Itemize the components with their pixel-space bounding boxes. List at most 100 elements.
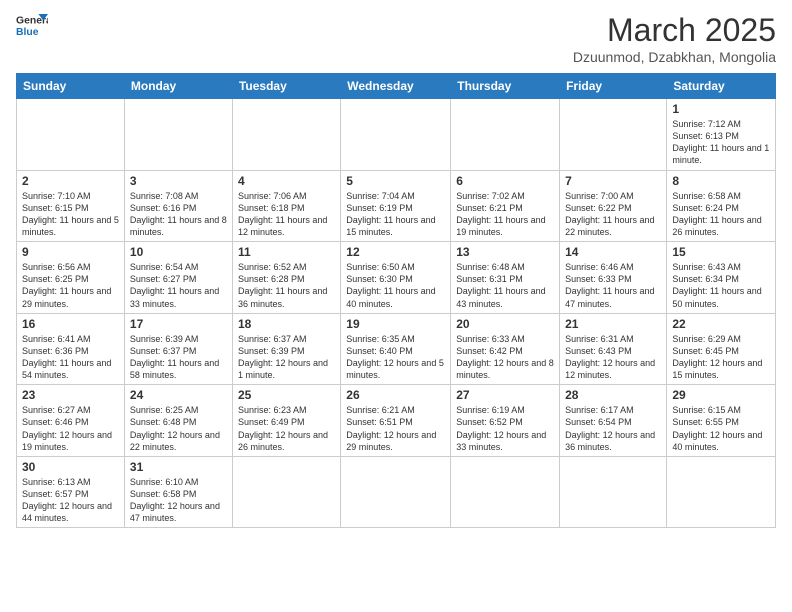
table-row <box>124 99 232 171</box>
calendar-table: Sunday Monday Tuesday Wednesday Thursday… <box>16 73 776 528</box>
day-number: 28 <box>565 388 661 402</box>
day-info: Sunrise: 6:52 AM Sunset: 6:28 PM Dayligh… <box>238 261 335 310</box>
header-friday: Friday <box>560 74 667 99</box>
calendar-header-row: Sunday Monday Tuesday Wednesday Thursday… <box>17 74 776 99</box>
calendar-week-row: 1 Sunrise: 7:12 AM Sunset: 6:13 PM Daylig… <box>17 99 776 171</box>
day-info: Sunrise: 7:10 AM Sunset: 6:15 PM Dayligh… <box>22 190 119 239</box>
header-sunday: Sunday <box>17 74 125 99</box>
day-number: 27 <box>456 388 554 402</box>
day-number: 23 <box>22 388 119 402</box>
day-number: 7 <box>565 174 661 188</box>
table-row: 20 Sunrise: 6:33 AM Sunset: 6:42 PM Dayli… <box>451 313 560 385</box>
table-row: 23 Sunrise: 6:27 AM Sunset: 6:46 PM Dayli… <box>17 385 125 457</box>
day-info: Sunrise: 6:15 AM Sunset: 6:55 PM Dayligh… <box>672 404 770 453</box>
table-row: 2 Sunrise: 7:10 AM Sunset: 6:15 PM Daylig… <box>17 170 125 242</box>
table-row: 13 Sunrise: 6:48 AM Sunset: 6:31 PM Dayli… <box>451 242 560 314</box>
day-number: 9 <box>22 245 119 259</box>
day-number: 4 <box>238 174 335 188</box>
table-row <box>560 456 667 528</box>
day-info: Sunrise: 6:37 AM Sunset: 6:39 PM Dayligh… <box>238 333 335 382</box>
table-row: 8 Sunrise: 6:58 AM Sunset: 6:24 PM Daylig… <box>667 170 776 242</box>
calendar-week-row: 2 Sunrise: 7:10 AM Sunset: 6:15 PM Daylig… <box>17 170 776 242</box>
table-row <box>17 99 125 171</box>
calendar-week-row: 30 Sunrise: 6:13 AM Sunset: 6:57 PM Dayli… <box>17 456 776 528</box>
day-info: Sunrise: 6:50 AM Sunset: 6:30 PM Dayligh… <box>346 261 445 310</box>
day-number: 13 <box>456 245 554 259</box>
calendar-week-row: 9 Sunrise: 6:56 AM Sunset: 6:25 PM Daylig… <box>17 242 776 314</box>
table-row: 26Sunrise: 6:21 AM Sunset: 6:51 PM Dayli… <box>341 385 451 457</box>
table-row: 27Sunrise: 6:19 AM Sunset: 6:52 PM Dayli… <box>451 385 560 457</box>
day-info: Sunrise: 6:31 AM Sunset: 6:43 PM Dayligh… <box>565 333 661 382</box>
day-info: Sunrise: 6:41 AM Sunset: 6:36 PM Dayligh… <box>22 333 119 382</box>
day-info: Sunrise: 6:46 AM Sunset: 6:33 PM Dayligh… <box>565 261 661 310</box>
day-info: Sunrise: 7:04 AM Sunset: 6:19 PM Dayligh… <box>346 190 445 239</box>
table-row: 25Sunrise: 6:23 AM Sunset: 6:49 PM Dayli… <box>232 385 340 457</box>
table-row: 31 Sunrise: 6:10 AM Sunset: 6:58 PM Dayli… <box>124 456 232 528</box>
day-info: Sunrise: 6:35 AM Sunset: 6:40 PM Dayligh… <box>346 333 445 382</box>
day-number: 31 <box>130 460 227 474</box>
table-row: 10Sunrise: 6:54 AM Sunset: 6:27 PM Dayli… <box>124 242 232 314</box>
header-thursday: Thursday <box>451 74 560 99</box>
day-number: 22 <box>672 317 770 331</box>
day-number: 12 <box>346 245 445 259</box>
table-row: 11 Sunrise: 6:52 AM Sunset: 6:28 PM Dayli… <box>232 242 340 314</box>
day-number: 30 <box>22 460 119 474</box>
day-number: 11 <box>238 245 335 259</box>
day-info: Sunrise: 7:12 AM Sunset: 6:13 PM Dayligh… <box>672 118 770 167</box>
day-number: 29 <box>672 388 770 402</box>
day-number: 15 <box>672 245 770 259</box>
day-info: Sunrise: 6:17 AM Sunset: 6:54 PM Dayligh… <box>565 404 661 453</box>
header-tuesday: Tuesday <box>232 74 340 99</box>
day-info: Sunrise: 6:43 AM Sunset: 6:34 PM Dayligh… <box>672 261 770 310</box>
table-row <box>451 99 560 171</box>
table-row: 21Sunrise: 6:31 AM Sunset: 6:43 PM Dayli… <box>560 313 667 385</box>
table-row: 3Sunrise: 7:08 AM Sunset: 6:16 PM Daylig… <box>124 170 232 242</box>
table-row: 30 Sunrise: 6:13 AM Sunset: 6:57 PM Dayli… <box>17 456 125 528</box>
day-number: 26 <box>346 388 445 402</box>
logo: General Blue <box>16 12 48 40</box>
day-info: Sunrise: 6:13 AM Sunset: 6:57 PM Dayligh… <box>22 476 119 525</box>
day-info: Sunrise: 6:48 AM Sunset: 6:31 PM Dayligh… <box>456 261 554 310</box>
day-number: 20 <box>456 317 554 331</box>
day-info: Sunrise: 6:29 AM Sunset: 6:45 PM Dayligh… <box>672 333 770 382</box>
day-info: Sunrise: 6:33 AM Sunset: 6:42 PM Dayligh… <box>456 333 554 382</box>
day-number: 8 <box>672 174 770 188</box>
day-number: 17 <box>130 317 227 331</box>
day-info: Sunrise: 7:06 AM Sunset: 6:18 PM Dayligh… <box>238 190 335 239</box>
day-info: Sunrise: 6:27 AM Sunset: 6:46 PM Dayligh… <box>22 404 119 453</box>
header-wednesday: Wednesday <box>341 74 451 99</box>
generalblue-logo-icon: General Blue <box>16 12 48 40</box>
title-block: March 2025 Dzuunmod, Dzabkhan, Mongolia <box>573 12 776 65</box>
svg-text:Blue: Blue <box>16 27 39 38</box>
day-number: 24 <box>130 388 227 402</box>
day-number: 3 <box>130 174 227 188</box>
table-row: 7Sunrise: 7:00 AM Sunset: 6:22 PM Daylig… <box>560 170 667 242</box>
table-row: 6Sunrise: 7:02 AM Sunset: 6:21 PM Daylig… <box>451 170 560 242</box>
day-number: 18 <box>238 317 335 331</box>
table-row: 17 Sunrise: 6:39 AM Sunset: 6:37 PM Dayli… <box>124 313 232 385</box>
table-row: 14Sunrise: 6:46 AM Sunset: 6:33 PM Dayli… <box>560 242 667 314</box>
table-row: 16 Sunrise: 6:41 AM Sunset: 6:36 PM Dayli… <box>17 313 125 385</box>
day-number: 2 <box>22 174 119 188</box>
table-row: 4 Sunrise: 7:06 AM Sunset: 6:18 PM Daylig… <box>232 170 340 242</box>
table-row: 15 Sunrise: 6:43 AM Sunset: 6:34 PM Dayli… <box>667 242 776 314</box>
subtitle: Dzuunmod, Dzabkhan, Mongolia <box>573 49 776 65</box>
day-number: 16 <box>22 317 119 331</box>
day-info: Sunrise: 6:10 AM Sunset: 6:58 PM Dayligh… <box>130 476 227 525</box>
table-row: 19Sunrise: 6:35 AM Sunset: 6:40 PM Dayli… <box>341 313 451 385</box>
page: General Blue March 2025 Dzuunmod, Dzabkh… <box>0 0 792 612</box>
day-number: 10 <box>130 245 227 259</box>
table-row: 1 Sunrise: 7:12 AM Sunset: 6:13 PM Daylig… <box>667 99 776 171</box>
day-info: Sunrise: 6:56 AM Sunset: 6:25 PM Dayligh… <box>22 261 119 310</box>
table-row <box>560 99 667 171</box>
main-title: March 2025 <box>573 12 776 49</box>
table-row <box>667 456 776 528</box>
table-row: 18 Sunrise: 6:37 AM Sunset: 6:39 PM Dayli… <box>232 313 340 385</box>
day-number: 25 <box>238 388 335 402</box>
day-info: Sunrise: 6:39 AM Sunset: 6:37 PM Dayligh… <box>130 333 227 382</box>
day-number: 1 <box>672 102 770 116</box>
table-row: 9 Sunrise: 6:56 AM Sunset: 6:25 PM Daylig… <box>17 242 125 314</box>
calendar-week-row: 16 Sunrise: 6:41 AM Sunset: 6:36 PM Dayli… <box>17 313 776 385</box>
day-info: Sunrise: 6:58 AM Sunset: 6:24 PM Dayligh… <box>672 190 770 239</box>
header-saturday: Saturday <box>667 74 776 99</box>
